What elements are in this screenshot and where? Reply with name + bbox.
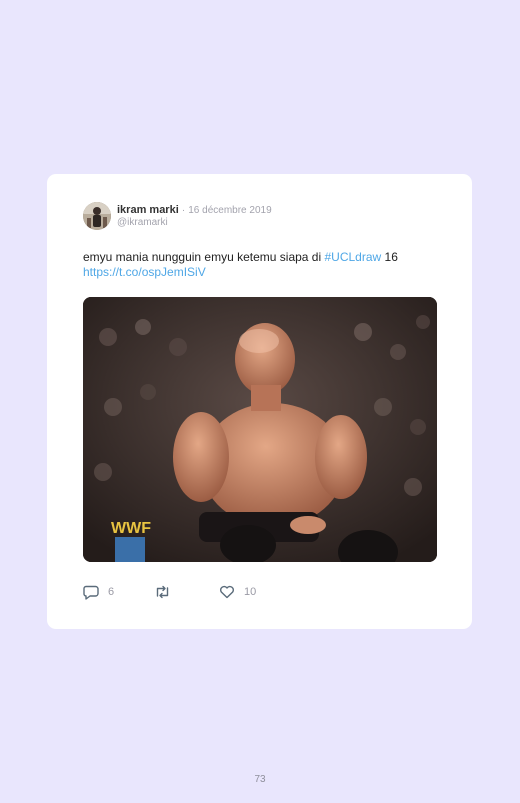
tweet-text-tail: 16 xyxy=(381,250,398,264)
meta-separator: · xyxy=(181,205,186,216)
reply-count: 6 xyxy=(108,586,115,598)
tweet-card: ikram marki · 16 décembre 2019 @ikramark… xyxy=(47,174,472,629)
reply-button[interactable]: 6 xyxy=(83,585,154,600)
author-avatar[interactable] xyxy=(83,202,111,230)
tweet-actions: 6 10 xyxy=(83,584,256,600)
page-number: 73 xyxy=(254,774,266,785)
tweet-media[interactable]: WWF xyxy=(83,297,437,562)
retweet-icon xyxy=(156,585,169,599)
tweet-url-link[interactable]: https://t.co/ospJemISiV xyxy=(83,265,206,279)
reply-icon xyxy=(83,585,99,600)
media-gif: WWF xyxy=(83,297,437,562)
heart-icon xyxy=(220,585,234,599)
tweet-text: emyu mania nungguin emyu ketemu siapa di… xyxy=(83,250,443,280)
like-button[interactable]: 10 xyxy=(219,585,256,599)
author-line: ikram marki · 16 décembre 2019 xyxy=(117,204,272,216)
author-handle[interactable]: @ikramarki xyxy=(117,217,168,228)
like-count: 10 xyxy=(244,586,257,598)
tweet-text-body: emyu mania nungguin emyu ketemu siapa di xyxy=(83,250,325,264)
retweet-button[interactable] xyxy=(154,585,219,599)
author-name[interactable]: ikram marki xyxy=(117,204,179,216)
svg-text:WWF: WWF xyxy=(111,520,151,537)
tweet-date[interactable]: 16 décembre 2019 xyxy=(188,205,271,216)
hashtag-link[interactable]: #UCLdraw xyxy=(324,250,381,264)
